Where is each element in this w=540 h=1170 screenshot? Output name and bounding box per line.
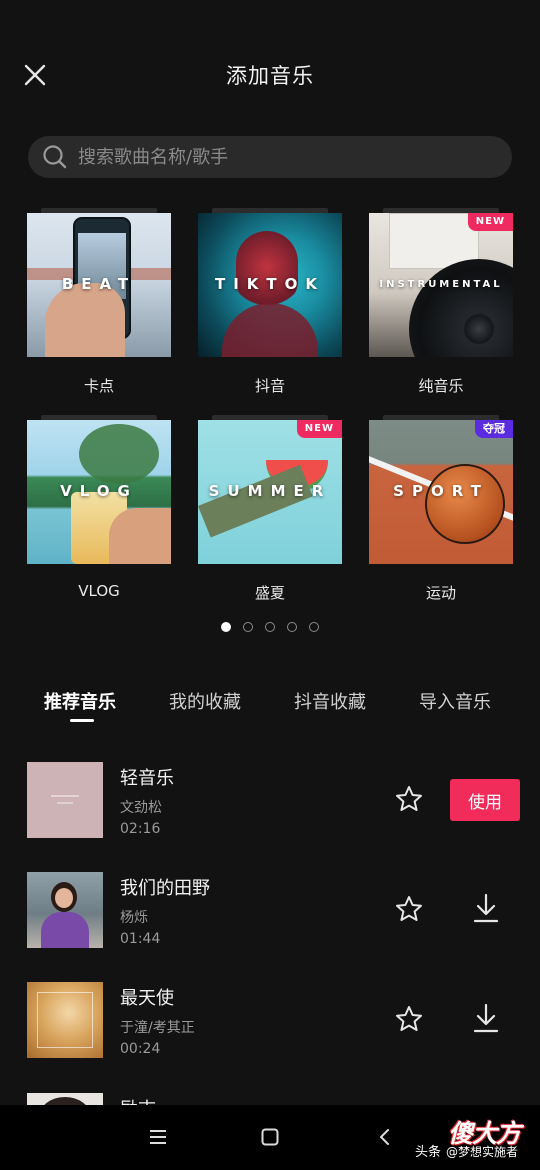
search-bar[interactable] <box>28 136 512 178</box>
category-cover: VLOG <box>27 420 171 564</box>
song-artist: 文劲松 <box>120 800 162 816</box>
song-row[interactable]: 轻音乐 文劲松 02:16 使用 <box>0 762 540 840</box>
song-cover <box>27 872 103 948</box>
song-duration: 02:16 <box>120 821 161 837</box>
song-cover <box>27 762 103 838</box>
song-row[interactable]: 我们的田野 杨烁 01:44 <box>0 872 540 950</box>
category-cover-text: BEAT <box>61 275 137 293</box>
tab-import-music[interactable]: 导入音乐 <box>419 688 491 714</box>
category-cover-text: VLOG <box>60 482 138 500</box>
song-title: 最天使 <box>120 988 174 1009</box>
category-label: VLOG <box>78 582 120 600</box>
category-label: 盛夏 <box>254 584 285 602</box>
category-cover-text: SPORT <box>393 482 489 500</box>
pager-dot-3[interactable] <box>265 622 275 632</box>
tab-my-favorites[interactable]: 我的收藏 <box>169 688 241 714</box>
pager-dot-4[interactable] <box>287 622 297 632</box>
active-tab-indicator <box>70 719 94 722</box>
star-outline-icon[interactable] <box>394 894 424 924</box>
star-outline-icon[interactable] <box>394 784 424 814</box>
tab-douyin-favorites[interactable]: 抖音收藏 <box>294 688 366 714</box>
badge-champion: 夺冠 <box>475 420 513 438</box>
category-label: 抖音 <box>254 377 285 395</box>
badge-new: NEW <box>296 420 342 438</box>
back-chevron-icon[interactable] <box>375 1127 395 1147</box>
category-cover: NEW SUMMER <box>198 420 342 564</box>
category-cover: NEW INSTRUMENTAL <box>369 213 513 357</box>
watermark-source: 头条 <box>415 1145 442 1160</box>
menu-icon[interactable] <box>148 1127 168 1147</box>
music-tabs: 推荐音乐 我的收藏 抖音收藏 导入音乐 <box>0 688 540 728</box>
use-button[interactable]: 使用 <box>450 779 520 821</box>
search-icon <box>43 145 67 169</box>
song-cover <box>27 982 103 1058</box>
home-square-icon[interactable] <box>260 1127 280 1147</box>
song-artist: 于潼/考其正 <box>120 1020 195 1036</box>
song-title: 轻音乐 <box>120 768 174 789</box>
category-cover-text: INSTRUMENTAL <box>379 279 503 290</box>
watermark-handle: @梦想实施者 <box>446 1145 519 1159</box>
category-cover: 夺冠 SPORT <box>369 420 513 564</box>
download-icon[interactable] <box>471 892 501 924</box>
pager-dot-2[interactable] <box>243 622 253 632</box>
category-label: 纯音乐 <box>418 377 464 395</box>
tab-recommended[interactable]: 推荐音乐 <box>44 688 116 714</box>
search-input[interactable] <box>78 146 478 168</box>
song-duration: 01:44 <box>120 931 161 947</box>
song-row[interactable]: 最天使 于潼/考其正 00:24 <box>0 982 540 1060</box>
song-duration: 00:24 <box>120 1041 161 1057</box>
song-title: 我们的田野 <box>120 878 210 899</box>
pager-dot-1[interactable] <box>221 622 231 632</box>
download-icon[interactable] <box>471 1002 501 1034</box>
category-label: 运动 <box>425 584 456 602</box>
page-title: 添加音乐 <box>226 64 314 88</box>
category-label: 卡点 <box>83 377 114 395</box>
badge-new: NEW <box>467 213 513 231</box>
category-cover-text: TIKTOK <box>214 275 326 293</box>
category-cover: BEAT <box>27 213 171 357</box>
header: 添加音乐 <box>0 0 540 150</box>
category-cover: TIKTOK <box>198 213 342 357</box>
song-artist: 杨烁 <box>120 910 148 926</box>
category-cover-text: SUMMER <box>208 482 332 500</box>
pager-dots <box>0 622 540 632</box>
pager-dot-5[interactable] <box>309 622 319 632</box>
star-outline-icon[interactable] <box>394 1004 424 1034</box>
